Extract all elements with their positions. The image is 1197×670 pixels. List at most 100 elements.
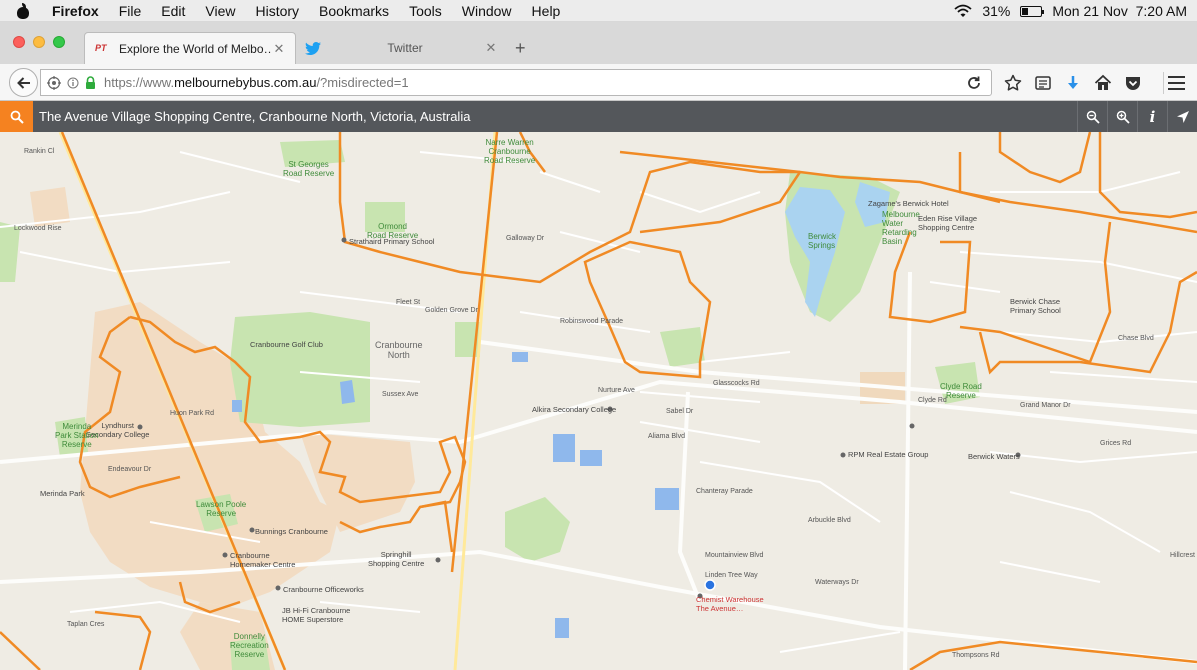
tab-twitter[interactable]: Twitter ✕ — [297, 32, 507, 64]
map-label: Bunnings Cranbourne — [255, 527, 328, 536]
water — [555, 618, 569, 638]
zoom-out-icon — [1086, 110, 1100, 124]
tab-melbournebybus[interactable]: PT Explore the World of Melbo… ✕ — [84, 32, 296, 64]
water — [655, 488, 679, 510]
menu-tools[interactable]: Tools — [409, 3, 442, 19]
zoom-in-button[interactable] — [1107, 101, 1137, 132]
menu-file[interactable]: File — [119, 3, 142, 19]
map-label: Sabel Dr — [666, 408, 694, 415]
tab-close-icon[interactable]: ✕ — [483, 40, 499, 56]
search-button[interactable] — [0, 101, 33, 132]
tab-close-icon[interactable]: ✕ — [271, 41, 287, 57]
map-label: Sussex Ave — [382, 391, 419, 398]
home-icon[interactable] — [1088, 72, 1118, 94]
map-label: Robinswood Parade — [560, 318, 624, 325]
apple-icon[interactable] — [16, 2, 30, 19]
url-bar[interactable]: https://www.melbournebybus.com.au/?misdi… — [40, 69, 992, 96]
info-button[interactable]: i — [1137, 101, 1167, 132]
map-label: Grices Rd — [1100, 440, 1132, 447]
map-label: Eden Rise Village Shopping Centre — [918, 214, 978, 232]
map-label: Aliama Blvd — [648, 433, 685, 440]
download-icon[interactable] — [1058, 72, 1088, 94]
map-label: Linden Tree Way — [705, 572, 758, 579]
water — [232, 400, 242, 412]
map-label: Cranbourne Golf Club — [250, 340, 323, 349]
map-label: Alkira Secondary College — [532, 405, 617, 414]
map-label: Cranbourne Homemaker Centre — [230, 551, 296, 569]
map-label: Berwick Springs — [808, 232, 837, 250]
zoom-out-button[interactable] — [1077, 101, 1107, 132]
reading-list-icon[interactable] — [1028, 72, 1058, 94]
water — [553, 434, 575, 462]
map-label: Cranbourne Officeworks — [283, 585, 364, 594]
battery-percent: 31% — [982, 3, 1011, 19]
map-label: Zagame's Berwick Hotel — [868, 199, 949, 208]
window-minimize-button[interactable] — [33, 36, 45, 48]
reload-icon[interactable] — [965, 74, 983, 92]
golf-club-park — [230, 312, 370, 427]
menu-window[interactable]: Window — [462, 3, 512, 19]
search-icon — [10, 110, 24, 124]
map-label: Berwick Waters — [968, 452, 1020, 461]
lock-icon[interactable] — [85, 76, 96, 89]
tab-title: Twitter — [387, 41, 423, 55]
map-label: Chemist Warehouse The Avenue… — [696, 595, 764, 613]
map-label: Thompsons Rd — [952, 652, 1000, 659]
map-label: Fleet St — [396, 299, 421, 306]
info-icon[interactable] — [67, 77, 79, 89]
map-label: RPM Real Estate Group — [848, 450, 929, 459]
wifi-icon[interactable] — [954, 4, 972, 18]
menu-help[interactable]: Help — [532, 3, 561, 19]
menu-edit[interactable]: Edit — [161, 3, 185, 19]
new-tab-button[interactable]: + — [515, 39, 526, 57]
map-label: Rankin Cl — [24, 148, 55, 155]
map-label: Merinda Park — [40, 489, 85, 498]
map-label: Grand Manor Dr — [1020, 402, 1071, 409]
back-button[interactable] — [9, 68, 38, 97]
map-label: Lockwood Rise — [14, 225, 62, 232]
menu-view[interactable]: View — [205, 3, 235, 19]
url-text[interactable]: https://www.melbournebybus.com.au/?misdi… — [104, 75, 409, 90]
map-canvas[interactable]: Cranbourne North Cranbourne Golf Club St… — [0, 132, 1197, 670]
menu-icon[interactable] — [1163, 72, 1189, 94]
pocket-icon[interactable] — [1118, 72, 1148, 94]
water — [580, 450, 602, 466]
park — [660, 327, 705, 367]
map-label: Chase Blvd — [1118, 335, 1154, 342]
map-label: Nurture Ave — [598, 387, 635, 394]
site-identity-icon[interactable] — [47, 75, 61, 90]
window-close-button[interactable] — [13, 36, 25, 48]
map-label: Donnelly Recreation Reserve — [230, 632, 269, 659]
menu-app-firefox[interactable]: Firefox — [52, 3, 99, 19]
map-label: Waterways Dr — [815, 579, 859, 586]
battery-icon[interactable] — [1020, 5, 1045, 17]
tab-title: Explore the World of Melbo… — [119, 41, 271, 56]
bookmark-star-icon[interactable] — [998, 72, 1028, 94]
menu-history[interactable]: History — [255, 3, 299, 19]
menu-bookmarks[interactable]: Bookmarks — [319, 3, 389, 19]
map-label: Mountainview Blvd — [705, 552, 764, 559]
map-graphics — [0, 132, 1197, 670]
map-label: Huon Park Rd — [170, 410, 214, 417]
url-path: /?misdirected=1 — [316, 75, 409, 90]
map-label: Lawson Poole Reserve — [196, 500, 247, 518]
selected-location-marker[interactable] — [704, 579, 716, 591]
back-icon — [17, 77, 30, 89]
window-zoom-button[interactable] — [53, 36, 65, 48]
water — [512, 352, 528, 362]
mac-menu-bar: Firefox File Edit View History Bookmarks… — [0, 0, 1197, 22]
location-arrow-icon — [1176, 110, 1189, 123]
map-label: Glasscocks Rd — [713, 380, 760, 387]
map-label: Cranbourne North — [375, 340, 423, 360]
map-label: JB Hi-Fi Cranbourne HOME Superstore — [282, 606, 351, 624]
locate-me-button[interactable] — [1167, 101, 1197, 132]
map-label: Narre Warren Cranbourne Road Reserve — [484, 138, 536, 165]
map-label: St Georges Road Reserve — [283, 160, 335, 178]
url-prefix: https://www. — [104, 75, 175, 90]
map-label: Galloway Dr — [506, 235, 545, 242]
clock[interactable]: Mon 21 Nov 7:20 AM — [1052, 3, 1187, 19]
map-label: Melbourne Water Retarding Basin — [882, 210, 920, 246]
zoom-in-icon — [1116, 110, 1130, 124]
location-search-input[interactable]: The Avenue Village Shopping Centre, Cran… — [39, 109, 1077, 124]
map-label: Chanteray Parade — [696, 488, 753, 495]
